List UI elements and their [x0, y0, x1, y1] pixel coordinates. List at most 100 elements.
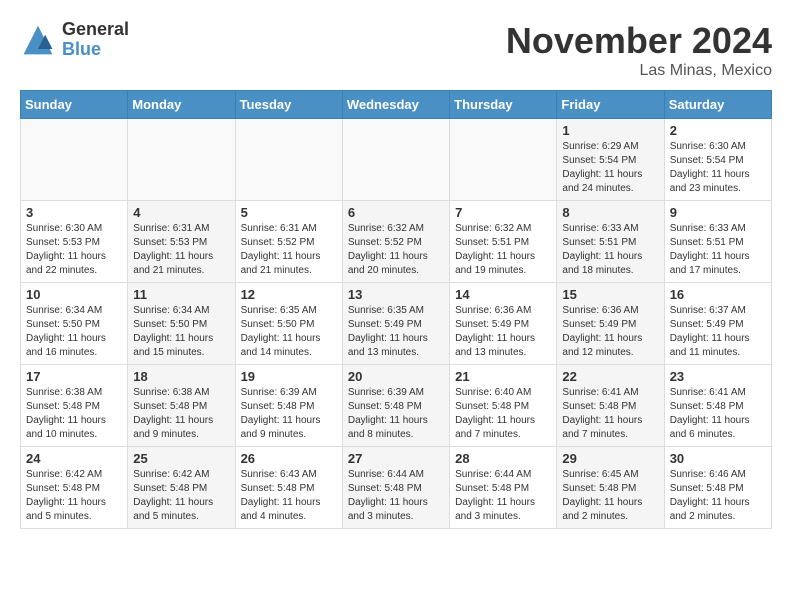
- day-number: 17: [26, 369, 122, 384]
- day-number: 15: [562, 287, 658, 302]
- day-info: Sunrise: 6:34 AM Sunset: 5:50 PM Dayligh…: [26, 304, 122, 360]
- day-number: 21: [455, 369, 551, 384]
- day-header-saturday: Saturday: [664, 91, 771, 119]
- day-info: Sunrise: 6:33 AM Sunset: 5:51 PM Dayligh…: [562, 222, 658, 278]
- day-cell: 9 Sunrise: 6:33 AM Sunset: 5:51 PM Daylig…: [664, 201, 771, 283]
- day-info: Sunrise: 6:40 AM Sunset: 5:48 PM Dayligh…: [455, 386, 551, 442]
- day-cell: 25 Sunrise: 6:42 AM Sunset: 5:48 PM Dayli…: [128, 447, 235, 529]
- day-info: Sunrise: 6:42 AM Sunset: 5:48 PM Dayligh…: [133, 468, 229, 524]
- day-number: 4: [133, 205, 229, 220]
- day-number: 23: [670, 369, 766, 384]
- day-cell: [235, 119, 342, 201]
- day-info: Sunrise: 6:33 AM Sunset: 5:51 PM Dayligh…: [670, 222, 766, 278]
- day-cell: 30Sunrise: 6:46 AM Sunset: 5:48 PM Dayli…: [664, 447, 771, 529]
- day-info: Sunrise: 6:31 AM Sunset: 5:52 PM Dayligh…: [241, 222, 337, 278]
- day-number: 6: [348, 205, 444, 220]
- day-cell: 24Sunrise: 6:42 AM Sunset: 5:48 PM Dayli…: [21, 447, 128, 529]
- day-number: 13: [348, 287, 444, 302]
- day-cell: 2 Sunrise: 6:30 AM Sunset: 5:54 PM Daylig…: [664, 119, 771, 201]
- day-header-wednesday: Wednesday: [342, 91, 449, 119]
- day-cell: 29Sunrise: 6:45 AM Sunset: 5:48 PM Dayli…: [557, 447, 664, 529]
- day-info: Sunrise: 6:46 AM Sunset: 5:48 PM Dayligh…: [670, 468, 766, 524]
- day-info: Sunrise: 6:41 AM Sunset: 5:48 PM Dayligh…: [670, 386, 766, 442]
- day-info: Sunrise: 6:39 AM Sunset: 5:48 PM Dayligh…: [348, 386, 444, 442]
- day-number: 10: [26, 287, 122, 302]
- day-cell: 7Sunrise: 6:32 AM Sunset: 5:51 PM Daylig…: [450, 201, 557, 283]
- day-number: 18: [133, 369, 229, 384]
- day-cell: 14 Sunrise: 6:36 AM Sunset: 5:49 PM Dayli…: [450, 283, 557, 365]
- day-info: Sunrise: 6:36 AM Sunset: 5:49 PM Dayligh…: [562, 304, 658, 360]
- month-title: November 2024: [506, 20, 772, 62]
- day-cell: 4 Sunrise: 6:31 AM Sunset: 5:53 PM Daylig…: [128, 201, 235, 283]
- logo: General Blue: [20, 20, 129, 60]
- day-number: 24: [26, 451, 122, 466]
- day-cell: 11 Sunrise: 6:34 AM Sunset: 5:50 PM Dayli…: [128, 283, 235, 365]
- day-header-monday: Monday: [128, 91, 235, 119]
- day-number: 28: [455, 451, 551, 466]
- day-info: Sunrise: 6:36 AM Sunset: 5:49 PM Dayligh…: [455, 304, 551, 360]
- day-cell: [128, 119, 235, 201]
- day-info: Sunrise: 6:31 AM Sunset: 5:53 PM Dayligh…: [133, 222, 229, 278]
- day-number: 20: [348, 369, 444, 384]
- day-cell: 12 Sunrise: 6:35 AM Sunset: 5:50 PM Dayli…: [235, 283, 342, 365]
- location: Las Minas, Mexico: [506, 62, 772, 80]
- day-info: Sunrise: 6:35 AM Sunset: 5:49 PM Dayligh…: [348, 304, 444, 360]
- day-cell: [21, 119, 128, 201]
- week-row-4: 17 Sunrise: 6:38 AM Sunset: 5:48 PM Dayli…: [21, 365, 772, 447]
- day-number: 27: [348, 451, 444, 466]
- day-info: Sunrise: 6:38 AM Sunset: 5:48 PM Dayligh…: [133, 386, 229, 442]
- day-header-tuesday: Tuesday: [235, 91, 342, 119]
- day-cell: 20 Sunrise: 6:39 AM Sunset: 5:48 PM Dayli…: [342, 365, 449, 447]
- day-cell: 19 Sunrise: 6:39 AM Sunset: 5:48 PM Dayli…: [235, 365, 342, 447]
- day-cell: 18 Sunrise: 6:38 AM Sunset: 5:48 PM Dayli…: [128, 365, 235, 447]
- day-info: Sunrise: 6:34 AM Sunset: 5:50 PM Dayligh…: [133, 304, 229, 360]
- day-info: Sunrise: 6:32 AM Sunset: 5:52 PM Dayligh…: [348, 222, 444, 278]
- day-number: 11: [133, 287, 229, 302]
- day-number: 3: [26, 205, 122, 220]
- logo-blue: Blue: [62, 40, 129, 60]
- day-number: 8: [562, 205, 658, 220]
- week-row-2: 3 Sunrise: 6:30 AM Sunset: 5:53 PM Daylig…: [21, 201, 772, 283]
- day-info: Sunrise: 6:35 AM Sunset: 5:50 PM Dayligh…: [241, 304, 337, 360]
- day-number: 25: [133, 451, 229, 466]
- day-header-thursday: Thursday: [450, 91, 557, 119]
- day-number: 12: [241, 287, 337, 302]
- day-number: 14: [455, 287, 551, 302]
- day-cell: [342, 119, 449, 201]
- day-number: 22: [562, 369, 658, 384]
- day-info: Sunrise: 6:43 AM Sunset: 5:48 PM Dayligh…: [241, 468, 337, 524]
- day-cell: 27Sunrise: 6:44 AM Sunset: 5:48 PM Dayli…: [342, 447, 449, 529]
- day-cell: 16Sunrise: 6:37 AM Sunset: 5:49 PM Dayli…: [664, 283, 771, 365]
- day-info: Sunrise: 6:30 AM Sunset: 5:54 PM Dayligh…: [670, 140, 766, 196]
- day-cell: 28 Sunrise: 6:44 AM Sunset: 5:48 PM Dayli…: [450, 447, 557, 529]
- day-header-friday: Friday: [557, 91, 664, 119]
- day-number: 26: [241, 451, 337, 466]
- logo-icon: [20, 22, 56, 58]
- day-number: 2: [670, 123, 766, 138]
- day-cell: 6 Sunrise: 6:32 AM Sunset: 5:52 PM Daylig…: [342, 201, 449, 283]
- day-cell: 21 Sunrise: 6:40 AM Sunset: 5:48 PM Dayli…: [450, 365, 557, 447]
- day-cell: 10 Sunrise: 6:34 AM Sunset: 5:50 PM Dayli…: [21, 283, 128, 365]
- day-cell: 15 Sunrise: 6:36 AM Sunset: 5:49 PM Dayli…: [557, 283, 664, 365]
- day-cell: 5 Sunrise: 6:31 AM Sunset: 5:52 PM Daylig…: [235, 201, 342, 283]
- week-row-3: 10 Sunrise: 6:34 AM Sunset: 5:50 PM Dayli…: [21, 283, 772, 365]
- day-number: 7: [455, 205, 551, 220]
- day-cell: 1Sunrise: 6:29 AM Sunset: 5:54 PM Daylig…: [557, 119, 664, 201]
- day-number: 5: [241, 205, 337, 220]
- day-cell: 23 Sunrise: 6:41 AM Sunset: 5:48 PM Dayli…: [664, 365, 771, 447]
- day-info: Sunrise: 6:39 AM Sunset: 5:48 PM Dayligh…: [241, 386, 337, 442]
- day-cell: 22Sunrise: 6:41 AM Sunset: 5:48 PM Dayli…: [557, 365, 664, 447]
- logo-general: General: [62, 20, 129, 40]
- week-row-1: 1Sunrise: 6:29 AM Sunset: 5:54 PM Daylig…: [21, 119, 772, 201]
- day-number: 9: [670, 205, 766, 220]
- day-info: Sunrise: 6:44 AM Sunset: 5:48 PM Dayligh…: [455, 468, 551, 524]
- logo-text: General Blue: [62, 20, 129, 60]
- day-number: 16: [670, 287, 766, 302]
- day-cell: 26 Sunrise: 6:43 AM Sunset: 5:48 PM Dayli…: [235, 447, 342, 529]
- title-block: November 2024 Las Minas, Mexico: [506, 20, 772, 80]
- day-info: Sunrise: 6:30 AM Sunset: 5:53 PM Dayligh…: [26, 222, 122, 278]
- header-row: SundayMondayTuesdayWednesdayThursdayFrid…: [21, 91, 772, 119]
- day-number: 19: [241, 369, 337, 384]
- page-header: General Blue November 2024 Las Minas, Me…: [20, 20, 772, 80]
- day-info: Sunrise: 6:38 AM Sunset: 5:48 PM Dayligh…: [26, 386, 122, 442]
